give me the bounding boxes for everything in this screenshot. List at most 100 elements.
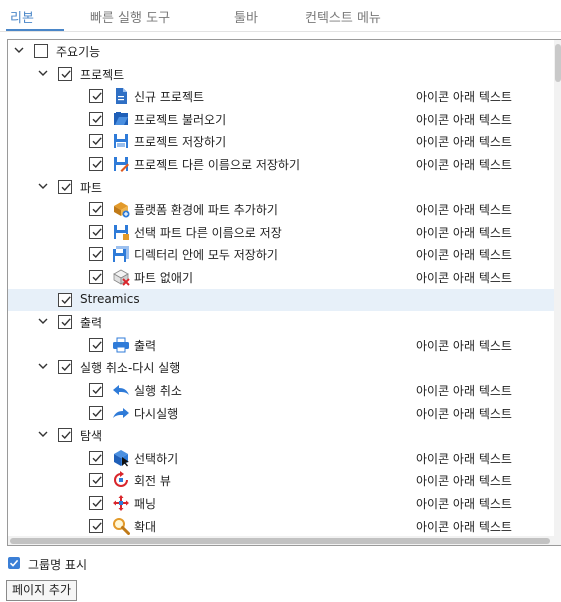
tree-row[interactable]: 디렉터리 안에 모두 저장하기 아이콘 아래 텍스트 xyxy=(8,243,554,265)
tree-row[interactable]: 주요기능 xyxy=(8,40,554,62)
tree-row-checkbox[interactable] xyxy=(89,247,103,262)
save-part-as-icon xyxy=(112,223,130,241)
tree-row-checkbox[interactable] xyxy=(34,44,48,58)
show-group-names-label: 그룹명 표시 xyxy=(28,558,88,572)
tree-row[interactable]: 패닝 아이콘 아래 텍스트 xyxy=(8,492,554,514)
tree-row-label: 선택하기 xyxy=(134,451,179,466)
tree-row[interactable]: Streamics xyxy=(8,288,554,311)
tab-context-menu[interactable]: 컨텍스트 메뉴 xyxy=(305,7,381,26)
tree-row-label: 출력 xyxy=(134,338,157,353)
tree-row[interactable]: 프로젝트 xyxy=(8,63,554,85)
tree-row-label: 선택 파트 다른 이름으로 저장 xyxy=(134,225,282,240)
caption-position-dropdown[interactable]: 아이콘 아래 텍스트 xyxy=(416,201,512,218)
tree-row-checkbox[interactable] xyxy=(58,360,72,375)
tree-row[interactable]: 플랫폼 환경에 파트 추가하기 아이콘 아래 텍스트 xyxy=(8,198,554,220)
tree-row[interactable]: 선택 파트 다른 이름으로 저장 아이콘 아래 텍스트 xyxy=(8,221,554,243)
tree-row-label: 프로젝트 다른 이름으로 저장하기 xyxy=(134,158,301,172)
chevron-down-icon[interactable] xyxy=(36,314,50,328)
tree-row[interactable]: 프로젝트 불러오기 아이콘 아래 텍스트 xyxy=(8,108,554,130)
tree-row-label: 실행 취소 xyxy=(134,384,182,398)
add-page-button[interactable]: 페이지 추가 xyxy=(6,580,78,601)
caption-position-dropdown[interactable]: 아이콘 아래 텍스트 xyxy=(416,382,512,399)
tree-row-checkbox[interactable] xyxy=(89,496,103,510)
tree-row[interactable]: 신규 프로젝트 아이콘 아래 텍스트 xyxy=(8,85,554,107)
vertical-scroll-thumb[interactable] xyxy=(555,44,561,82)
tree-row-checkbox[interactable] xyxy=(89,405,103,420)
tab-toolbar[interactable]: 툴바 xyxy=(234,7,258,26)
save-icon xyxy=(112,132,130,150)
tree-row-label: 탐색 xyxy=(80,429,103,444)
tree-row-checkbox[interactable] xyxy=(89,89,103,104)
caption-position-dropdown[interactable]: 아이콘 아래 텍스트 xyxy=(416,518,512,535)
tab-ribbon[interactable]: 리본 xyxy=(10,7,34,26)
select-cube-icon xyxy=(112,449,130,467)
chevron-down-icon[interactable] xyxy=(36,427,50,441)
caption-position-dropdown[interactable]: 아이콘 아래 텍스트 xyxy=(416,156,512,173)
remove-part-icon xyxy=(112,268,130,286)
tree-row-checkbox[interactable] xyxy=(89,383,103,397)
tree-row-label: 다시실행 xyxy=(134,406,179,421)
horizontal-scrollbar[interactable] xyxy=(8,536,561,545)
tree-row-checkbox[interactable] xyxy=(89,450,103,465)
tree-row-checkbox[interactable] xyxy=(58,179,72,194)
tree-row[interactable]: 선택하기 아이콘 아래 텍스트 xyxy=(8,447,554,469)
tree-row-checkbox[interactable] xyxy=(89,518,103,533)
tree-row[interactable]: 출력 아이콘 아래 텍스트 xyxy=(8,334,554,356)
ribbon-tree-panel: 주요기능프로젝트 신규 프로젝트 아이콘 아래 텍스트 프로젝트 불러오기 아이콘 아래… xyxy=(7,39,561,546)
caption-position-dropdown[interactable]: 아이콘 아래 텍스트 xyxy=(416,405,512,422)
tree-row[interactable]: 실행 취소 아이콘 아래 텍스트 xyxy=(8,379,554,401)
tree-row-label: 실행 취소-다시 실행 xyxy=(80,361,181,376)
tree-row-checkbox[interactable] xyxy=(89,134,103,149)
tree-row[interactable]: 프로젝트 저장하기 아이콘 아래 텍스트 xyxy=(8,130,554,152)
tree-row-checkbox[interactable] xyxy=(58,292,72,307)
tree-row-checkbox[interactable] xyxy=(58,428,72,443)
tree-row-checkbox[interactable] xyxy=(58,66,72,81)
tab-quick-access[interactable]: 빠른 실행 도구 xyxy=(90,7,170,26)
save-all-icon xyxy=(112,245,130,263)
tab-divider xyxy=(0,31,561,32)
tree-row-label: 파트 없애기 xyxy=(134,271,194,285)
caption-position-dropdown[interactable]: 아이콘 아래 텍스트 xyxy=(416,111,512,128)
tree-row[interactable]: 파트 없애기 아이콘 아래 텍스트 xyxy=(8,266,554,288)
tree-row-checkbox[interactable] xyxy=(89,473,103,488)
tree-row[interactable]: 탐색 xyxy=(8,424,554,446)
tree-row-checkbox[interactable] xyxy=(58,315,72,330)
chevron-down-icon[interactable] xyxy=(36,66,50,80)
tree-row[interactable]: 확대 아이콘 아래 텍스트 xyxy=(8,515,554,536)
caption-position-dropdown[interactable]: 아이콘 아래 텍스트 xyxy=(416,269,512,286)
caption-position-dropdown[interactable]: 아이콘 아래 텍스트 xyxy=(416,246,512,263)
add-part-icon xyxy=(112,200,130,218)
tree-row-checkbox[interactable] xyxy=(89,111,103,126)
caption-position-dropdown[interactable]: 아이콘 아래 텍스트 xyxy=(416,472,512,489)
caption-position-dropdown[interactable]: 아이콘 아래 텍스트 xyxy=(416,337,512,354)
caption-position-dropdown[interactable]: 아이콘 아래 텍스트 xyxy=(416,495,512,512)
tree-row-checkbox[interactable] xyxy=(89,270,103,284)
chevron-down-icon[interactable] xyxy=(12,43,26,57)
vertical-scrollbar[interactable] xyxy=(554,40,561,536)
tree-row[interactable]: 파트 xyxy=(8,176,554,198)
show-group-names-checkbox[interactable] xyxy=(8,557,20,569)
tree-row-label: 패닝 xyxy=(134,497,157,511)
chevron-down-icon[interactable] xyxy=(36,179,50,193)
tree-row-checkbox[interactable] xyxy=(89,224,103,239)
tree-row[interactable]: 다시실행 아이콘 아래 텍스트 xyxy=(8,402,554,424)
tree-row[interactable]: 출력 xyxy=(8,311,554,333)
new-document-icon xyxy=(112,87,130,105)
caption-position-dropdown[interactable]: 아이콘 아래 텍스트 xyxy=(416,450,512,467)
chevron-down-icon[interactable] xyxy=(36,359,50,373)
caption-position-dropdown[interactable]: 아이콘 아래 텍스트 xyxy=(416,88,512,105)
tree-row[interactable]: 회전 뷰 아이콘 아래 텍스트 xyxy=(8,469,554,491)
tree-row-label: 주요기능 xyxy=(56,45,101,59)
tree-row-label: Streamics xyxy=(80,291,140,306)
tree-row[interactable]: 프로젝트 다른 이름으로 저장하기 아이콘 아래 텍스트 xyxy=(8,153,554,175)
caption-position-dropdown[interactable]: 아이콘 아래 텍스트 xyxy=(416,133,512,150)
tree-row-checkbox[interactable] xyxy=(89,202,103,217)
tree-row-label: 파트 xyxy=(80,180,103,195)
zoom-icon xyxy=(112,517,130,535)
caption-position-dropdown[interactable]: 아이콘 아래 텍스트 xyxy=(416,224,512,241)
horizontal-scroll-thumb[interactable] xyxy=(10,538,550,544)
tree-row-checkbox[interactable] xyxy=(89,157,103,171)
tree-row-checkbox[interactable] xyxy=(89,337,103,352)
tree-row-label: 확대 xyxy=(134,519,157,534)
tree-row[interactable]: 실행 취소-다시 실행 xyxy=(8,356,554,378)
